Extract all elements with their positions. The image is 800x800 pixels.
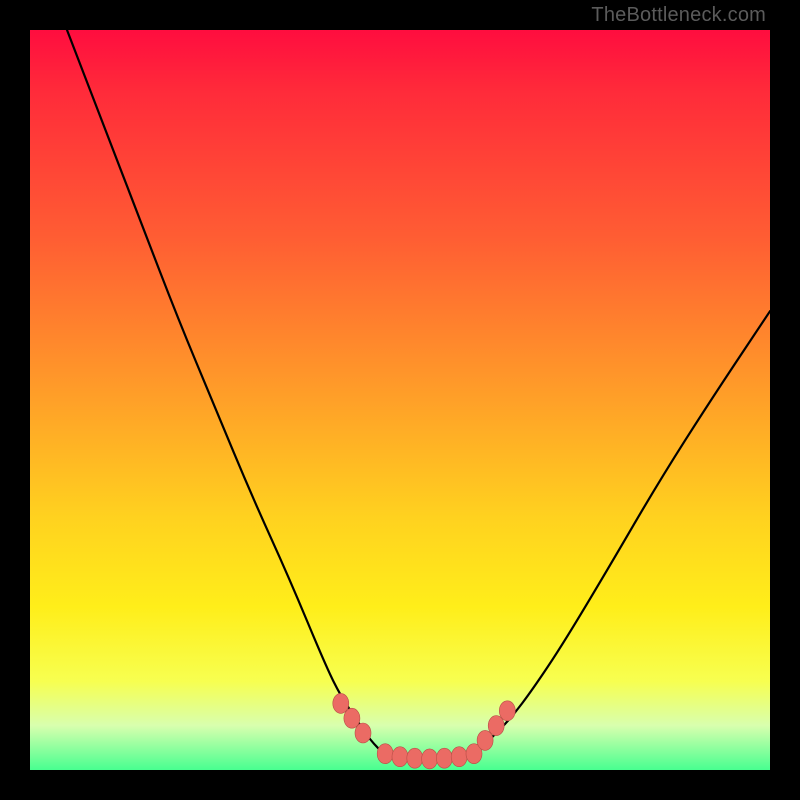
bottleneck-curve-left <box>67 30 385 755</box>
marker-point <box>436 748 452 768</box>
marker-group <box>333 693 516 769</box>
bottleneck-curve-right <box>474 311 770 755</box>
marker-point <box>344 708 360 728</box>
marker-point <box>377 744 393 764</box>
plot-area <box>30 30 770 770</box>
marker-point <box>466 744 482 764</box>
marker-point <box>407 748 423 768</box>
marker-point <box>499 701 515 721</box>
marker-point <box>477 730 493 750</box>
curve-svg <box>30 30 770 770</box>
bottleneck-curve-floor <box>385 755 474 761</box>
chart-frame: TheBottleneck.com <box>0 0 800 800</box>
marker-point <box>392 747 408 767</box>
marker-point <box>451 747 467 767</box>
marker-point <box>333 693 349 713</box>
marker-point <box>355 723 371 743</box>
marker-point <box>488 716 504 736</box>
marker-point <box>422 749 438 769</box>
source-caption: TheBottleneck.com <box>591 4 766 27</box>
